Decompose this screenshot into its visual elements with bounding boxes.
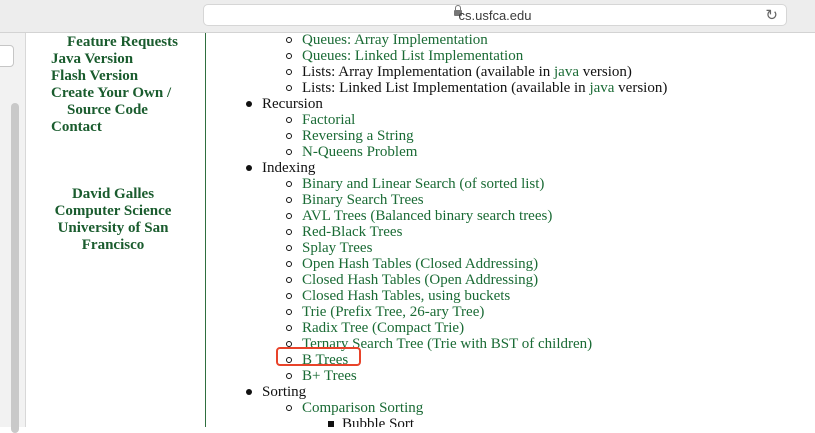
link-closed-hash-buckets[interactable]: Closed Hash Tables, using buckets — [302, 288, 510, 304]
list-bullet — [286, 277, 292, 283]
link-b-plus-trees[interactable]: B+ Trees — [302, 368, 357, 384]
credit-university-line2: Francisco — [81, 237, 145, 253]
link-queues-array[interactable]: Queues: Array Implementation — [302, 33, 488, 48]
list-item: Comparison Sorting — [302, 400, 423, 416]
reload-icon[interactable]: ↻ — [765, 6, 778, 24]
link-open-hash-tables[interactable]: Open Hash Tables (Closed Addressing) — [302, 256, 538, 272]
link-java-lists-linked[interactable]: java — [589, 80, 614, 96]
list-item: AVL Trees (Balanced binary search trees) — [302, 208, 552, 224]
list-bullet — [286, 309, 292, 315]
list-item: Reversing a String — [302, 128, 414, 144]
list-bullet — [246, 389, 252, 395]
list-item: Lists: Array Implementation (available i… — [302, 64, 632, 80]
list-item: Factorial — [302, 112, 355, 128]
list-bullet — [286, 133, 292, 139]
link-factorial[interactable]: Factorial — [302, 112, 355, 128]
list-bullet — [286, 293, 292, 299]
list-bullet — [286, 261, 292, 267]
list-item: Lists: Linked List Implementation (avail… — [302, 80, 667, 96]
list-item: Binary Search Trees — [302, 192, 424, 208]
lists-linked-text: Lists: Linked List Implementation (avail… — [302, 80, 590, 96]
version-suffix: version) — [579, 64, 632, 80]
list-bullet — [286, 405, 292, 411]
list-item: Open Hash Tables (Closed Addressing) — [302, 256, 538, 272]
algorithm-list: Queues: Array Implementation Queues: Lin… — [206, 33, 815, 427]
link-queues-linked[interactable]: Queues: Linked List Implementation — [302, 48, 523, 64]
browser-toolbar: cs.usfca.edu ↻ — [0, 0, 815, 33]
list-item: Queues: Linked List Implementation — [302, 48, 523, 64]
list-bullet — [286, 197, 292, 203]
side-input-field[interactable] — [0, 45, 14, 67]
list-bullet — [246, 101, 252, 107]
nav-contact[interactable]: Contact — [51, 119, 102, 136]
url-text[interactable]: cs.usfca.edu — [204, 8, 786, 23]
version-suffix: version) — [614, 80, 668, 96]
nav-flash-version[interactable]: Flash Version — [51, 68, 138, 85]
link-radix-tree[interactable]: Radix Tree (Compact Trie) — [302, 320, 464, 336]
link-binary-search-trees[interactable]: Binary Search Trees — [302, 192, 424, 208]
link-binary-linear-search[interactable]: Binary and Linear Search (of sorted list… — [302, 176, 544, 192]
list-bullet — [286, 229, 292, 235]
list-bullet — [286, 181, 292, 187]
list-item: Red-Black Trees — [302, 224, 402, 240]
list-item: B+ Trees — [302, 368, 357, 384]
nav-java-version[interactable]: Java Version — [51, 51, 133, 68]
link-avl-trees[interactable]: AVL Trees (Balanced binary search trees) — [302, 208, 552, 224]
list-bullet — [286, 85, 292, 91]
list-item: Closed Hash Tables, using buckets — [302, 288, 510, 304]
list-bullet — [286, 149, 292, 155]
category-sorting: Sorting — [262, 384, 307, 400]
list-item: Queues: Array Implementation — [302, 33, 488, 48]
link-comparison-sorting[interactable]: Comparison Sorting — [302, 400, 423, 416]
link-splay-trees[interactable]: Splay Trees — [302, 240, 372, 256]
list-item: Closed Hash Tables (Open Addressing) — [302, 272, 538, 288]
list-item: Radix Tree (Compact Trie) — [302, 320, 464, 336]
list-bullet — [286, 53, 292, 59]
nav-feature-requests[interactable]: Feature Requests — [67, 34, 178, 51]
category-recursion: Recursion — [262, 96, 323, 112]
category-indexing: Indexing — [262, 160, 316, 176]
sidebar-scrollbar[interactable] — [11, 103, 19, 433]
link-closed-hash-tables[interactable]: Closed Hash Tables (Open Addressing) — [302, 272, 538, 288]
list-bullet — [286, 373, 292, 379]
list-bullet — [286, 117, 292, 123]
link-trie[interactable]: Trie (Prefix Tree, 26-ary Tree) — [302, 304, 484, 320]
address-bar[interactable]: cs.usfca.edu ↻ — [203, 4, 787, 26]
list-bullet — [328, 421, 334, 427]
list-item: N-Queens Problem — [302, 144, 417, 160]
list-item: Bubble Sort — [342, 416, 415, 427]
lists-array-text: Lists: Array Implementation (available i… — [302, 64, 555, 80]
list-bullet — [246, 165, 252, 171]
left-navigation: Feature Requests Java Version Flash Vers… — [26, 33, 204, 427]
list-item: Trie (Prefix Tree, 26-ary Tree) — [302, 304, 484, 320]
list-bullet — [286, 213, 292, 219]
link-n-queens[interactable]: N-Queens Problem — [302, 144, 417, 160]
credit-department: Computer Science — [54, 203, 172, 219]
b-trees-highlight-box — [276, 347, 361, 366]
link-reversing-string[interactable]: Reversing a String — [302, 128, 414, 144]
list-bullet — [286, 245, 292, 251]
nav-create-your-own[interactable]: Create Your Own / — [51, 85, 171, 102]
list-item: Splay Trees — [302, 240, 372, 256]
window-chrome-left — [0, 33, 26, 433]
link-red-black-trees[interactable]: Red-Black Trees — [302, 224, 402, 240]
list-bullet — [286, 325, 292, 331]
list-bullet — [286, 37, 292, 43]
list-bullet — [286, 69, 292, 75]
list-item: Binary and Linear Search (of sorted list… — [302, 176, 544, 192]
credit-university-line1: University of San — [57, 220, 169, 236]
link-java-lists-array[interactable]: java — [554, 64, 579, 80]
nav-source-code[interactable]: Source Code — [67, 102, 148, 119]
credit-author: David Galles — [71, 186, 155, 202]
